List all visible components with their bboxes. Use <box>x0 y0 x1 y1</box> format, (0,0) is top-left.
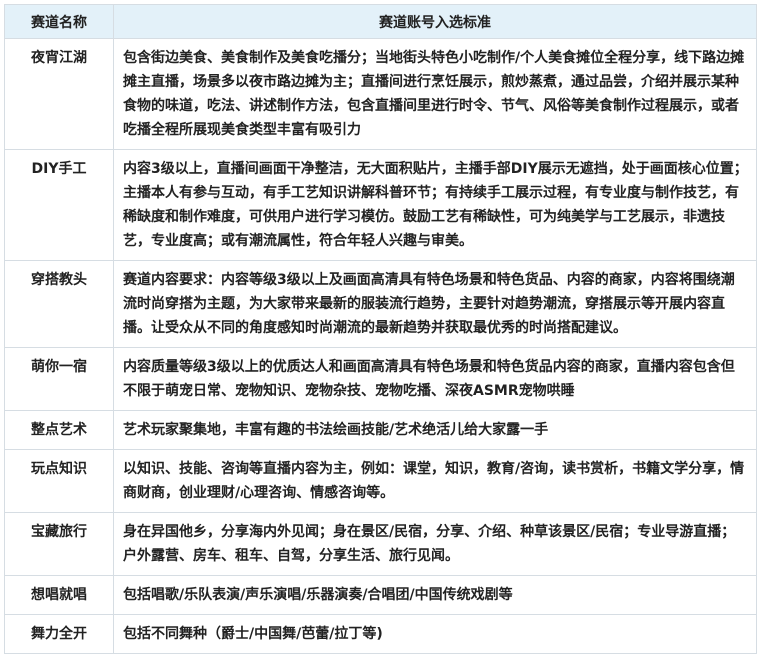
track-criteria-table: 赛道名称 赛道账号入选标准 夜宵江湖 包含街边美食、美食制作及美食吃播分；当地街… <box>4 4 757 654</box>
track-name-cell: 舞力全开 <box>4 614 114 654</box>
track-name-cell: DIY手工 <box>4 149 114 261</box>
criteria-cell: 包含街边美食、美食制作及美食吃播分；当地街头特色小吃制作/个人美食摊位全程分享，… <box>113 38 757 150</box>
table-row: 整点艺术 艺术玩家聚集地，丰富有趣的书法绘画技能/艺术绝活儿给大家露一手 <box>4 410 757 450</box>
criteria-cell: 身在异国他乡，分享海内外见闻；身在景区/民宿，分享、介绍、种草该景区/民宿；专业… <box>113 512 757 576</box>
table-row: 想唱就唱 包括唱歌/乐队表演/声乐演唱/乐器演奏/合唱团/中国传统戏剧等 <box>4 575 757 615</box>
track-name-cell: 夜宵江湖 <box>4 38 114 150</box>
criteria-cell: 内容3级以上，直播间画面干净整洁，无大面积贴片，主播手部DIY展示无遮挡，处于画… <box>113 149 757 261</box>
criteria-cell: 以知识、技能、咨询等直播内容为主，例如：课堂，知识，教育/咨询，读书赏析，书籍文… <box>113 449 757 513</box>
header-track-name: 赛道名称 <box>4 4 114 39</box>
criteria-cell: 内容质量等级3级以上的优质达人和画面高清具有特色场景和特色货品内容的商家，直播内… <box>113 347 757 411</box>
criteria-table-container: 赛道名称 赛道账号入选标准 夜宵江湖 包含街边美食、美食制作及美食吃播分；当地街… <box>4 4 757 654</box>
track-name-cell: 穿搭教头 <box>4 260 114 348</box>
table-header-row: 赛道名称 赛道账号入选标准 <box>4 4 757 39</box>
table-row: 玩点知识 以知识、技能、咨询等直播内容为主，例如：课堂，知识，教育/咨询，读书赏… <box>4 449 757 513</box>
table-row: 萌你一宿 内容质量等级3级以上的优质达人和画面高清具有特色场景和特色货品内容的商… <box>4 347 757 411</box>
track-name-cell: 宝藏旅行 <box>4 512 114 576</box>
table-row: 夜宵江湖 包含街边美食、美食制作及美食吃播分；当地街头特色小吃制作/个人美食摊位… <box>4 38 757 150</box>
table-row: 宝藏旅行 身在异国他乡，分享海内外见闻；身在景区/民宿，分享、介绍、种草该景区/… <box>4 512 757 576</box>
table-row: 穿搭教头 赛道内容要求：内容等级3级以上及画面高清具有特色场景和特色货品、内容的… <box>4 260 757 348</box>
criteria-cell: 赛道内容要求：内容等级3级以上及画面高清具有特色场景和特色货品、内容的商家，内容… <box>113 260 757 348</box>
criteria-cell: 包括不同舞种（爵士/中国舞/芭蕾/拉丁等) <box>113 614 757 654</box>
table-row: 舞力全开 包括不同舞种（爵士/中国舞/芭蕾/拉丁等) <box>4 614 757 654</box>
track-name-cell: 玩点知识 <box>4 449 114 513</box>
header-criteria: 赛道账号入选标准 <box>113 4 757 39</box>
track-name-cell: 萌你一宿 <box>4 347 114 411</box>
criteria-cell: 包括唱歌/乐队表演/声乐演唱/乐器演奏/合唱团/中国传统戏剧等 <box>113 575 757 615</box>
track-name-cell: 想唱就唱 <box>4 575 114 615</box>
table-row: DIY手工 内容3级以上，直播间画面干净整洁，无大面积贴片，主播手部DIY展示无… <box>4 149 757 261</box>
criteria-cell: 艺术玩家聚集地，丰富有趣的书法绘画技能/艺术绝活儿给大家露一手 <box>113 410 757 450</box>
track-name-cell: 整点艺术 <box>4 410 114 450</box>
